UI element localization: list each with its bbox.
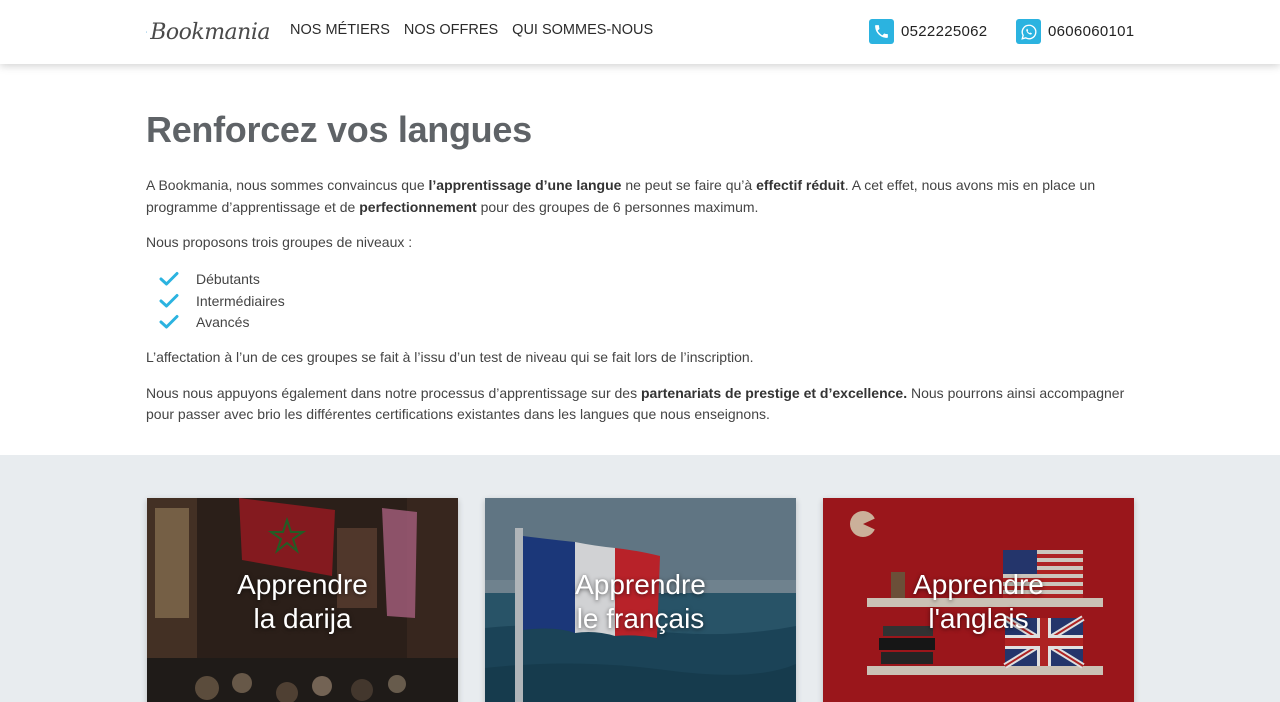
assignment-paragraph: L’affectation à l’un de ces groupes se f… <box>146 349 754 365</box>
nav-nos-offres[interactable]: NOS OFFRES <box>404 22 498 38</box>
intro-paragraph: A Bookmania, nous sommes convaincus que … <box>146 177 1096 215</box>
check-icon <box>159 315 179 329</box>
whatsapp-icon <box>1016 19 1041 44</box>
phone-icon <box>869 19 894 44</box>
list-item: Avancés <box>146 312 1136 334</box>
partnership-paragraph: Nous nous appuyons également dans notre … <box>146 384 1125 423</box>
main-content: Renforcez vos langues A Bookmania, nous … <box>146 64 1136 426</box>
main-nav: NOS MÉTIERS NOS OFFRES QUI SOMMES-NOUS <box>290 22 653 38</box>
whatsapp-contact[interactable]: 0606060101 <box>1016 19 1134 44</box>
levels-intro: Nous proposons trois groupes de niveaux … <box>146 234 413 250</box>
logo[interactable]: Bookmania <box>146 15 270 49</box>
check-icon <box>159 293 179 308</box>
phone-contact[interactable]: 0522225062 <box>869 19 987 44</box>
phone-number: 0522225062 <box>901 23 988 40</box>
nav-nos-metiers[interactable]: NOS MÉTIERS <box>290 22 390 38</box>
whatsapp-number: 0606060101 <box>1048 23 1135 40</box>
check-icon <box>159 272 179 286</box>
list-item: Intermédiaires <box>146 290 1136 312</box>
card-darija[interactable]: Apprendre la darija <box>147 498 458 702</box>
logo-text: Bookmania <box>150 19 270 45</box>
book-logo-icon <box>146 31 148 33</box>
card-title: Apprendre la darija <box>237 569 368 634</box>
card-title: Apprendre le français <box>575 569 706 634</box>
card-francais[interactable]: Apprendre le français <box>485 498 796 702</box>
levels-list: Débutants Intermédiaires Avancés <box>146 269 1136 334</box>
list-item: Débutants <box>146 269 1136 291</box>
page-title: Renforcez vos langues <box>146 109 532 150</box>
navbar: Bookmania NOS MÉTIERS NOS OFFRES QUI SOM… <box>0 0 1280 64</box>
card-title: Apprendre l'anglais <box>913 569 1044 634</box>
nav-qui-sommes-nous[interactable]: QUI SOMMES-NOUS <box>512 22 653 38</box>
card-anglais[interactable]: Apprendre l'anglais <box>823 498 1134 702</box>
